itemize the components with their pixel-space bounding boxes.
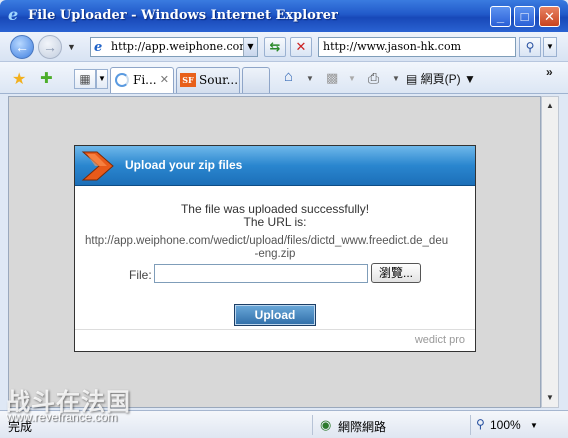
maximize-button[interactable]: □ [514,6,535,27]
grid-icon: ▦ [79,72,91,86]
close-button[interactable]: ✕ [539,6,560,27]
back-button[interactable]: ← [10,35,34,59]
url-is-line: The URL is: [243,215,307,229]
panel-header: Upload your zip files [75,146,475,186]
scroll-up-icon[interactable]: ▲ [543,98,557,114]
print-icon[interactable]: ⎙ [368,70,379,87]
recent-pages-dropdown[interactable]: ▼ [67,42,76,52]
browse-button[interactable]: 瀏覽... [371,263,421,283]
address-dropdown-icon[interactable]: ▼ [243,38,257,56]
print-dropdown-icon[interactable]: ▼ [392,74,400,83]
home-icon[interactable]: ⌂ [284,68,293,85]
address-toolbar: ← → ▼ e http://app.weiphone.com/wedict/u… [0,32,568,62]
panel-title: Upload your zip files [125,158,243,172]
globe-icon: ◉ [320,417,332,432]
feeds-icon[interactable]: ▩ [326,70,338,86]
forward-button[interactable]: → [38,35,62,59]
loading-icon [115,73,129,87]
search-options-dropdown[interactable]: ▼ [543,37,557,57]
page-menu[interactable]: ▤ 網頁(P) ▼ [406,70,476,87]
scroll-down-icon[interactable]: ▼ [543,390,557,406]
page-icon: e [94,40,103,55]
brand-label: wedict pro [414,334,465,346]
upload-button[interactable]: Upload [234,304,316,326]
zoom-dropdown-icon[interactable]: ▼ [530,421,538,430]
zoom-level[interactable]: 100% [490,418,521,432]
page-menu-label: 網頁(P) [420,72,461,86]
ie-logo-icon: e [8,5,19,24]
success-message: The file was uploaded successfully! The … [75,203,475,229]
uploaded-url: http://app.weiphone.com/wedict/upload/fi… [85,235,449,247]
feeds-dropdown-icon[interactable]: ▼ [348,74,356,83]
status-bar: 完成 ◉ 網際網路 ⚲ 100% ▼ [0,410,568,438]
more-chevron-icon[interactable]: » [546,65,553,79]
home-dropdown-icon[interactable]: ▼ [306,74,314,83]
tab-list-dropdown[interactable]: ▼ [96,69,108,89]
file-label: File: [129,268,152,282]
tab-close-icon[interactable]: ✕ [160,73,169,86]
search-icon: ⚲ [525,40,535,54]
minimize-button[interactable]: _ [490,6,511,27]
address-input[interactable]: e http://app.weiphone.com/wedict/upload/… [90,37,258,57]
status-text: 完成 [8,420,33,434]
favorites-star-icon[interactable]: ★ [12,69,26,89]
title-bar: e File Uploader - Windows Internet Explo… [0,0,568,32]
status-divider [312,415,313,435]
tab-toolbar: ★ ✚ ▦ ▼ Fi... ✕ SF Sour... ⌂ ▼ ▩ ▼ ⎙ ▼ ▤… [0,62,568,94]
tab-sourceforge[interactable]: SF Sour... [176,67,240,93]
add-favorite-icon[interactable]: ✚ [40,69,53,87]
search-button[interactable]: ⚲ [519,37,541,57]
search-input[interactable]: http://www.jason-hk.com [318,37,516,57]
upload-panel: Upload your zip files The file was uploa… [74,145,476,352]
refresh-button[interactable]: ⇆ [264,37,286,57]
tab-file-uploader[interactable]: Fi... ✕ [110,67,174,93]
file-input[interactable] [154,264,368,283]
chevron-logo-icon [81,151,114,181]
zoom-icon[interactable]: ⚲ [476,417,485,431]
tab-label: Fi... [133,73,157,87]
vertical-scrollbar[interactable]: ▲ ▼ [541,96,559,408]
security-zone[interactable]: 網際網路 [338,418,386,435]
stop-button[interactable]: ✕ [290,37,312,57]
quick-tabs-button[interactable]: ▦ [74,69,96,89]
tab-label: Sour... [199,73,239,87]
uploaded-url-cont: -eng.zip [254,248,296,260]
address-text: http://app.weiphone.com/wedict/upload/ [111,40,257,53]
window-title: File Uploader - Windows Internet Explore… [28,8,338,23]
new-tab-button[interactable] [242,67,270,93]
status-divider [470,415,471,435]
panel-footer: wedict pro [75,329,475,351]
sourceforge-icon: SF [180,73,196,87]
